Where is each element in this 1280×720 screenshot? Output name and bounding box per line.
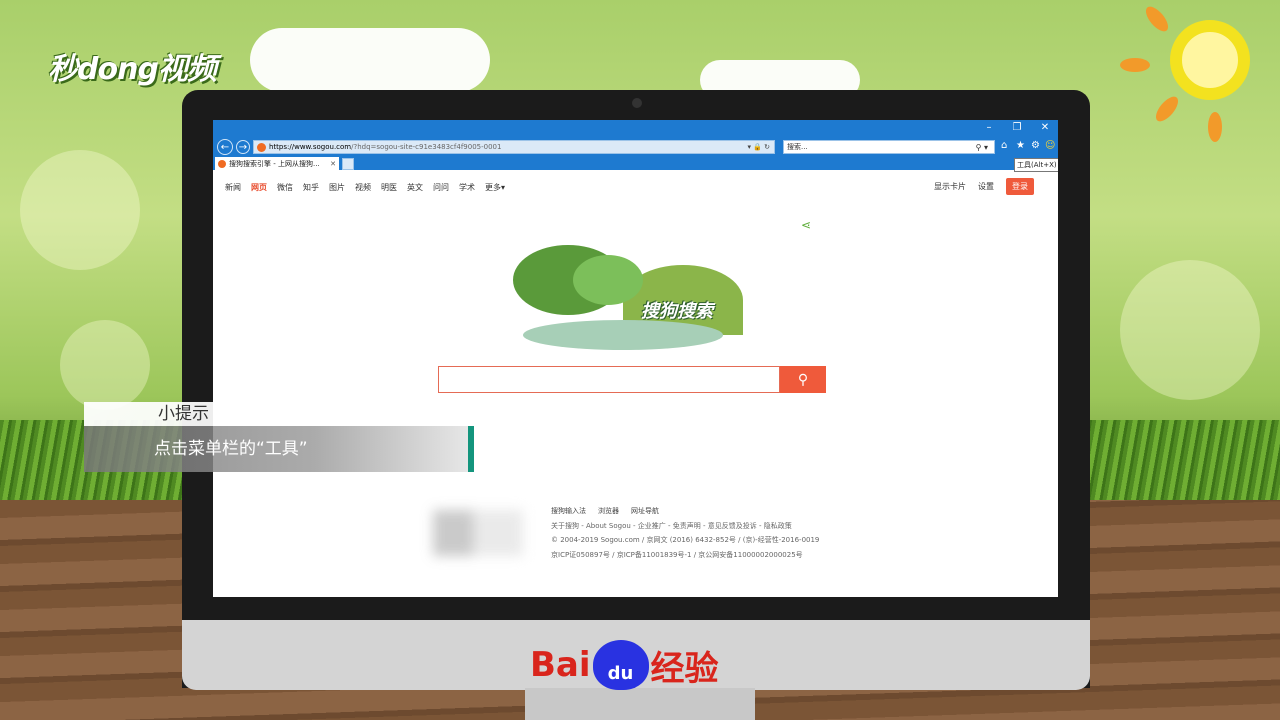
new-tab-button[interactable] bbox=[342, 158, 354, 170]
cloud bbox=[250, 28, 490, 92]
sogou-footer: 搜狗输入法 浏览器 网址导航 关于搜狗 - About Sogou - 企业推广 -… bbox=[551, 504, 819, 562]
url-tools-icon[interactable]: ▾ 🔒 ↻ bbox=[747, 143, 770, 151]
back-icon[interactable]: ← bbox=[217, 139, 233, 155]
nav-item[interactable]: 明医 bbox=[381, 182, 397, 193]
nav-item[interactable]: 新闻 bbox=[225, 182, 241, 193]
background-bokeh bbox=[1120, 260, 1260, 400]
sun-ray bbox=[1151, 93, 1183, 125]
tip-heading: 小提示 bbox=[84, 402, 404, 426]
doodle-tree bbox=[573, 255, 643, 305]
tab-title: 搜狗搜索引擎 - 上网从搜狗... bbox=[229, 159, 320, 168]
nav-item[interactable]: 图片 bbox=[329, 182, 345, 193]
url-path: /?hdq=sogou-site-c91e3483cf4f9005-0001 bbox=[351, 143, 502, 151]
browser-screen: – ❐ ✕ ← → https://www.sogou.com /?hdq=so… bbox=[213, 120, 1058, 597]
tab-bar: 搜狗搜索引擎 - 上网从搜狗... ✕ bbox=[213, 156, 1058, 170]
tip-overlay: 小提示 点击菜单栏的“工具” bbox=[84, 402, 474, 472]
nav-item[interactable]: 英文 bbox=[407, 182, 423, 193]
grass bbox=[1080, 420, 1280, 500]
smiley-icon[interactable]: ☺ bbox=[1045, 140, 1055, 151]
footer-line-3: 京ICP证050897号 / 京ICP备11001839号-1 / 京公网安备1… bbox=[551, 550, 803, 559]
sogou-search-row: ⚲ bbox=[438, 366, 826, 393]
nav-item[interactable]: 问问 bbox=[433, 182, 449, 193]
settings-link[interactable]: 设置 bbox=[978, 181, 994, 192]
share-icon[interactable]: ⋖ bbox=[801, 218, 811, 232]
address-bar-row: ← → https://www.sogou.com /?hdq=sogou-si… bbox=[213, 138, 1058, 156]
camera-icon bbox=[632, 98, 642, 108]
sogou-doodle-logo[interactable]: 搜狗搜索 bbox=[513, 245, 751, 353]
doodle-lake bbox=[523, 320, 723, 350]
nav-item[interactable]: 知乎 bbox=[303, 182, 319, 193]
sun-ray bbox=[1120, 58, 1150, 72]
sogou-favicon-icon bbox=[218, 159, 226, 168]
tab-sogou[interactable]: 搜狗搜索引擎 - 上网从搜狗... ✕ bbox=[215, 157, 339, 170]
tools-gear-icon[interactable]: ⚙ bbox=[1031, 140, 1040, 151]
favorites-star-icon[interactable]: ★ bbox=[1016, 140, 1025, 151]
restore-icon[interactable]: ❐ bbox=[1006, 122, 1028, 133]
sogou-search-input[interactable] bbox=[438, 366, 780, 393]
search-icon: ⚲ bbox=[797, 371, 809, 388]
monitor-stand bbox=[525, 688, 755, 720]
tip-accent-bar bbox=[468, 426, 474, 472]
sogou-top-right: 显示卡片 设置 登录 bbox=[934, 178, 1034, 195]
address-field[interactable]: https://www.sogou.com /?hdq=sogou-site-c… bbox=[253, 140, 775, 154]
baidu-text-right: 经验 bbox=[650, 648, 719, 689]
sun-ray bbox=[1208, 112, 1222, 142]
nav-item[interactable]: 更多▾ bbox=[485, 182, 505, 193]
footer-product-link[interactable]: 网址导航 bbox=[631, 504, 659, 519]
close-icon[interactable]: ✕ bbox=[1034, 122, 1056, 133]
login-button[interactable]: 登录 bbox=[1006, 178, 1034, 195]
footer-product-link[interactable]: 搜狗输入法 bbox=[551, 504, 586, 519]
url-host: https://www.sogou.com bbox=[269, 143, 352, 151]
search-field[interactable]: 搜索... ⚲ ▾ bbox=[783, 140, 995, 154]
blurred-qr-image bbox=[433, 510, 523, 556]
title-bar: – ❐ ✕ bbox=[213, 120, 1058, 138]
sun-ray bbox=[1141, 3, 1173, 35]
home-icon[interactable]: ⌂ bbox=[1001, 140, 1007, 151]
sogou-favicon-icon bbox=[257, 142, 266, 152]
baidu-text-left: Bai bbox=[530, 645, 591, 685]
tools-tooltip: 工具(Alt+X) bbox=[1014, 158, 1058, 172]
show-card-link[interactable]: 显示卡片 bbox=[934, 181, 966, 192]
sogou-search-button[interactable]: ⚲ bbox=[780, 366, 826, 393]
forward-icon[interactable]: → bbox=[236, 140, 250, 154]
baidu-paw-text: du bbox=[607, 663, 634, 684]
footer-product-links: 搜狗输入法 浏览器 网址导航 bbox=[551, 504, 819, 519]
sun-icon bbox=[1170, 20, 1250, 100]
search-placeholder: 搜索... bbox=[787, 143, 808, 151]
doodle-text: 搜狗搜索 bbox=[641, 301, 713, 322]
minimize-icon[interactable]: – bbox=[978, 122, 1000, 133]
search-icon[interactable]: ⚲ ▾ bbox=[976, 143, 988, 152]
nav-item[interactable]: 微信 bbox=[277, 182, 293, 193]
baidu-paw-icon: du bbox=[592, 640, 649, 690]
nav-item[interactable]: 学术 bbox=[459, 182, 475, 193]
nav-item[interactable]: 网页 bbox=[251, 182, 267, 193]
video-logo: 秒dong视频 bbox=[48, 52, 217, 87]
background-bokeh bbox=[20, 150, 140, 270]
tip-body: 点击菜单栏的“工具” bbox=[84, 426, 468, 472]
background-bokeh bbox=[60, 320, 150, 410]
sogou-nav: 新闻 网页 微信 知乎 图片 视频 明医 英文 问问 学术 更多▾ bbox=[225, 182, 505, 193]
tab-close-icon[interactable]: ✕ bbox=[330, 160, 336, 168]
footer-product-link[interactable]: 浏览器 bbox=[598, 504, 619, 519]
footer-line-1[interactable]: 关于搜狗 - About Sogou - 企业推广 - 免责声明 - 意见反馈及… bbox=[551, 519, 819, 534]
footer-line-2: © 2004-2019 Sogou.com / 京网文 (2016) 6432-… bbox=[551, 536, 820, 544]
nav-item[interactable]: 视频 bbox=[355, 182, 371, 193]
baidu-jingyan-logo: Bai du 经验 bbox=[530, 640, 719, 690]
